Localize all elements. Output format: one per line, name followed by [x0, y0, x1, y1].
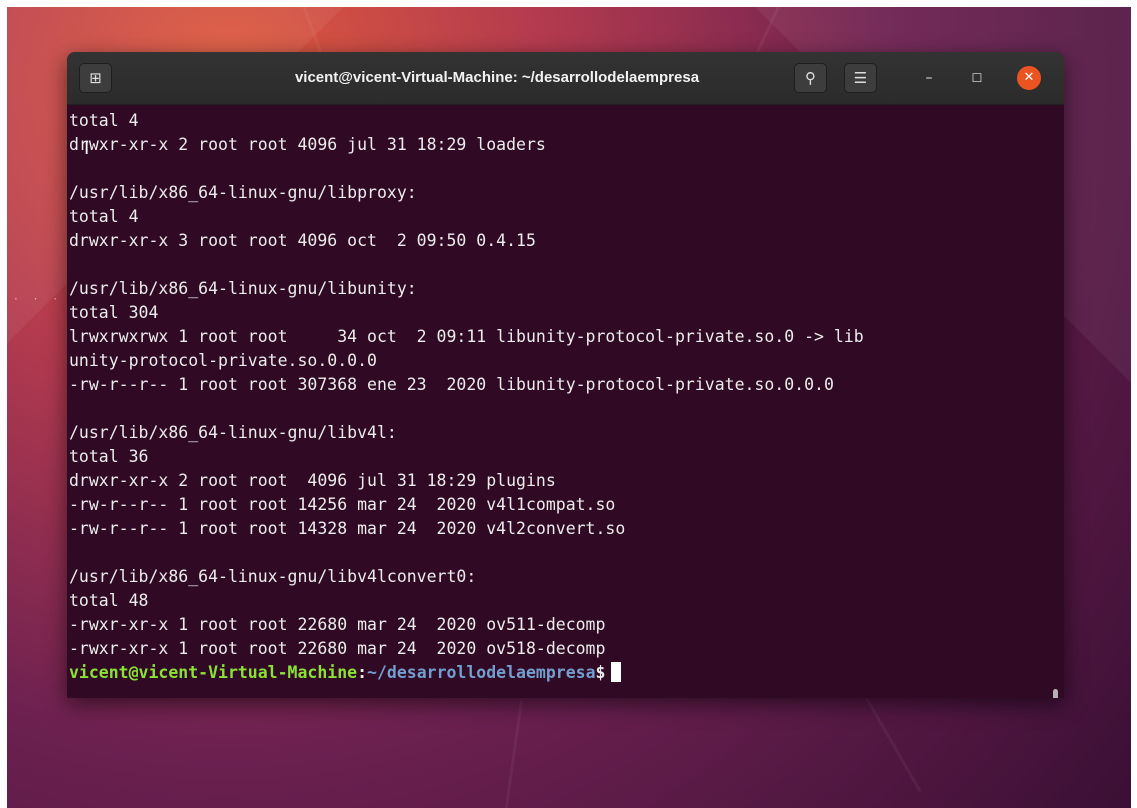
maximize-button[interactable]: ☐: [965, 66, 989, 90]
new-tab-icon: ⊞: [89, 69, 102, 87]
terminal-line: drwxr-xr-x 2 root root 4096 jul 31 18:29…: [69, 135, 546, 154]
window-title: vicent@vicent-Virtual-Machine: ~/desarro…: [294, 69, 700, 86]
terminal-window: ⊞ vicent@vicent-Virtual-Machine: ~/desar…: [67, 52, 1064, 698]
menu-button[interactable]: ☰: [844, 63, 877, 93]
search-button[interactable]: ⚲: [794, 63, 827, 93]
minimize-icon: –: [925, 70, 933, 86]
terminal-line: drwxr-xr-x 3 root root 4096 oct 2 09:50 …: [69, 231, 536, 250]
terminal-line: -rw-r--r-- 1 root root 14328 mar 24 2020…: [69, 519, 626, 538]
terminal-line: total 36: [69, 447, 149, 466]
terminal-output-area[interactable]: total 4 drwxr-xr-x 2 root root 4096 jul …: [67, 105, 1064, 698]
close-button[interactable]: ✕: [1017, 66, 1041, 90]
close-icon: ✕: [1023, 70, 1035, 85]
terminal-line: total 304: [69, 303, 159, 322]
terminal-line: -rw-r--r-- 1 root root 14256 mar 24 2020…: [69, 495, 616, 514]
maximize-icon: ☐: [971, 71, 983, 85]
terminal-line: /usr/lib/x86_64-linux-gnu/libproxy:: [69, 183, 417, 202]
terminal-line: unity-protocol-private.so.0.0.0: [69, 351, 377, 370]
new-tab-button[interactable]: ⊞: [79, 63, 112, 93]
terminal-scrollbar[interactable]: [1053, 689, 1058, 698]
terminal-line: lrwxrwxrwx 1 root root 34 oct 2 09:11 li…: [69, 327, 864, 346]
terminal-line: drwxr-xr-x 2 root root 4096 jul 31 18:29…: [69, 471, 556, 490]
hamburger-menu-icon: ☰: [853, 69, 868, 87]
text-cursor: [611, 662, 622, 682]
terminal-line: /usr/lib/x86_64-linux-gnu/libv4lconvert0…: [69, 567, 477, 586]
terminal-line: -rwxr-xr-x 1 root root 22680 mar 24 2020…: [69, 615, 606, 634]
terminal-line: total 4: [69, 111, 139, 130]
prompt-user-host: vicent@vicent-Virtual-Machine: [69, 663, 358, 682]
search-icon: ⚲: [805, 69, 816, 87]
minimize-button[interactable]: –: [917, 66, 941, 90]
prompt-symbol: $: [595, 663, 606, 682]
window-titlebar[interactable]: ⊞ vicent@vicent-Virtual-Machine: ~/desar…: [67, 52, 1064, 105]
desktop-dots: · · ·: [14, 292, 64, 306]
terminal-prompt-line[interactable]: vicent@vicent-Virtual-Machine:~/desarrol…: [69, 661, 864, 685]
terminal-line: /usr/lib/x86_64-linux-gnu/libv4l:: [69, 423, 397, 442]
prompt-separator: :: [357, 663, 368, 682]
mouse-ibeam-cursor-icon: I: [84, 138, 90, 159]
terminal-line: total 48: [69, 591, 149, 610]
terminal-line: total 4: [69, 207, 139, 226]
prompt-path: ~/desarrollodelaempresa: [367, 663, 596, 682]
terminal-line: -rwxr-xr-x 1 root root 22680 mar 24 2020…: [69, 639, 606, 658]
terminal-line: -rw-r--r-- 1 root root 307368 ene 23 202…: [69, 375, 834, 394]
terminal-lines: total 4 drwxr-xr-x 2 root root 4096 jul …: [69, 109, 864, 685]
terminal-line: /usr/lib/x86_64-linux-gnu/libunity:: [69, 279, 417, 298]
